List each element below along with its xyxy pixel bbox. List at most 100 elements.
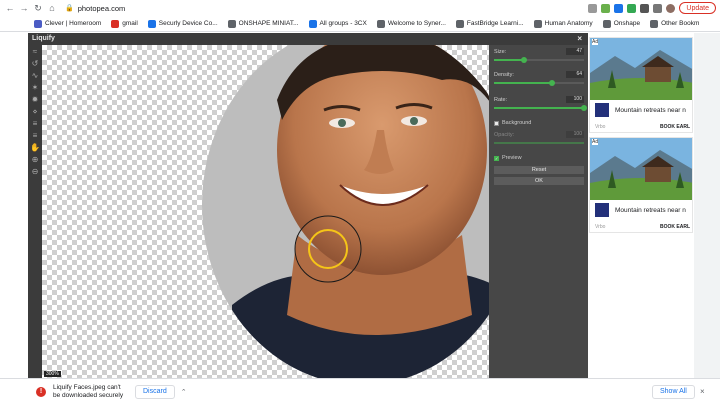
browser-toolbar: ← → ↻ ⌂ 🔒 photopea.com Update bbox=[0, 0, 720, 16]
ad-source: Vrbo bbox=[595, 224, 606, 230]
home-icon[interactable]: ⌂ bbox=[45, 1, 59, 15]
extension-icon[interactable] bbox=[588, 3, 598, 13]
bookmark-item[interactable]: Human Anatomy bbox=[533, 19, 593, 28]
ok-button[interactable]: OK bbox=[494, 177, 584, 185]
vrbo-logo-icon bbox=[595, 103, 609, 117]
liquify-canvas[interactable]: 300% bbox=[42, 45, 489, 378]
bookmark-item[interactable]: ONSHAPE MINIAT... bbox=[227, 19, 299, 28]
hand-icon[interactable]: ✋ bbox=[30, 143, 40, 153]
url-text: photopea.com bbox=[77, 3, 126, 13]
back-icon[interactable]: ← bbox=[3, 1, 17, 15]
bookmark-item[interactable]: Other Bookm bbox=[650, 19, 700, 28]
dialog-title: Liquify bbox=[32, 35, 55, 42]
bookmark-label: ONSHAPE MINIAT... bbox=[238, 20, 299, 27]
avatar[interactable] bbox=[666, 3, 676, 13]
rate-input[interactable]: 100 bbox=[566, 96, 584, 103]
ad-image bbox=[590, 138, 692, 200]
download-bar: ! Liquify Faces.jpeg can't be downloaded… bbox=[0, 378, 720, 404]
zoom-level: 300% bbox=[44, 371, 61, 377]
show-all-button[interactable]: Show All bbox=[652, 385, 695, 399]
reload-icon[interactable]: ↻ bbox=[31, 1, 45, 15]
lock-icon: 🔒 bbox=[65, 5, 74, 12]
forward-icon[interactable]: → bbox=[17, 1, 31, 15]
bookmark-label: Welcome to Syner... bbox=[387, 20, 446, 27]
ad-source: Vrbo bbox=[595, 124, 606, 130]
extension-icon[interactable] bbox=[640, 3, 650, 13]
bookmark-label: Onshape bbox=[613, 20, 641, 27]
bookmark-favicon-icon bbox=[111, 19, 120, 28]
ad-marker: Ad bbox=[592, 139, 599, 145]
slider-knob[interactable] bbox=[581, 105, 587, 111]
size-slider[interactable] bbox=[494, 57, 584, 63]
rate-slider[interactable] bbox=[494, 105, 587, 111]
close-icon[interactable]: × bbox=[700, 387, 705, 396]
photopea-app: Liquify × ≈ ↺ ∿ ✶ ✹ ⋄ ≡ ≡ ✋ ⊕ ⊖ 300% Siz… bbox=[28, 33, 694, 378]
bookmark-item[interactable]: Onshape bbox=[602, 19, 641, 28]
checkbox-checked-icon[interactable]: ✓ bbox=[494, 155, 499, 161]
bookmark-label: FastBridge Learni... bbox=[466, 20, 524, 27]
ad-cta-button[interactable]: BOOK EARL bbox=[660, 224, 690, 230]
extension-icon[interactable] bbox=[627, 3, 637, 13]
density-slider[interactable] bbox=[494, 80, 584, 86]
bloat-tool-icon[interactable]: ✹ bbox=[30, 95, 40, 105]
liquify-dialog-titlebar: Liquify × bbox=[28, 33, 588, 45]
discard-button[interactable]: Discard bbox=[135, 384, 175, 399]
close-icon[interactable]: × bbox=[577, 33, 582, 45]
zoom-out-icon[interactable]: ⊖ bbox=[30, 167, 40, 177]
bookmark-item[interactable]: Securly Device Co... bbox=[147, 19, 218, 28]
size-label: Size: bbox=[494, 49, 507, 55]
extension-icon[interactable] bbox=[614, 3, 624, 13]
update-button[interactable]: Update bbox=[679, 2, 716, 14]
preview-label: Preview bbox=[502, 155, 522, 161]
opacity-label: Opacity: bbox=[494, 132, 515, 138]
ad-cta-button[interactable]: BOOK EARL bbox=[660, 124, 690, 130]
ad-title: Mountain retreats near n bbox=[615, 107, 686, 114]
extension-icon[interactable] bbox=[653, 3, 663, 13]
ad-card[interactable]: Ad Mountain retreats near n Vrbo BOOK EA… bbox=[589, 137, 693, 233]
thaw-mask-icon[interactable]: ≡ bbox=[30, 119, 40, 129]
bookmark-item[interactable]: Clever | Homeroom bbox=[34, 19, 102, 28]
background-checkbox[interactable]: Background bbox=[494, 120, 531, 126]
error-icon: ! bbox=[36, 386, 46, 397]
zoom-in-icon[interactable]: ⊕ bbox=[30, 155, 40, 165]
bookmark-item[interactable]: gmail bbox=[111, 19, 138, 28]
ad-card[interactable]: Ad Mountain retreats near n Vrbo BOOK EA… bbox=[589, 37, 693, 133]
size-input[interactable]: 47 bbox=[566, 48, 584, 55]
extension-icon[interactable] bbox=[601, 3, 611, 13]
liquify-settings-panel: Size: 47 Density: 64 Rate: 100 Backgroun… bbox=[489, 45, 588, 378]
background-label: Background bbox=[502, 120, 532, 126]
checkbox-box[interactable] bbox=[494, 120, 499, 126]
bookmark-favicon-icon bbox=[602, 19, 611, 28]
density-input[interactable]: 64 bbox=[566, 71, 584, 78]
address-bar[interactable]: 🔒 photopea.com bbox=[65, 2, 585, 14]
reconstruct-tool-icon[interactable]: ↺ bbox=[30, 59, 40, 69]
slider-knob[interactable] bbox=[521, 57, 527, 63]
preview-checkbox[interactable]: ✓ Preview bbox=[494, 155, 522, 161]
bookmark-label: Clever | Homeroom bbox=[45, 20, 102, 27]
brush-cursor bbox=[294, 215, 362, 283]
bookmark-label: gmail bbox=[122, 20, 138, 27]
chevron-up-icon[interactable]: ⌃ bbox=[181, 388, 187, 396]
opacity-input: 100 bbox=[566, 131, 584, 138]
reset-button[interactable]: Reset bbox=[494, 166, 584, 174]
bookmark-item[interactable]: Welcome to Syner... bbox=[376, 19, 446, 28]
extensions-bar: Update bbox=[588, 2, 720, 14]
download-message: Liquify Faces.jpeg can't be downloaded s… bbox=[53, 383, 124, 399]
bookmark-favicon-icon bbox=[376, 19, 385, 28]
freeze-mask-icon[interactable]: ⋄ bbox=[30, 107, 40, 117]
bookmark-favicon-icon bbox=[227, 19, 236, 28]
bookmark-favicon-icon bbox=[533, 19, 542, 28]
bookmark-item[interactable]: FastBridge Learni... bbox=[455, 19, 524, 28]
slider-knob[interactable] bbox=[549, 80, 555, 86]
face-tool-icon[interactable]: ≡ bbox=[30, 131, 40, 141]
bookmark-favicon-icon bbox=[650, 19, 659, 28]
bookmark-label: Other Bookm bbox=[661, 20, 700, 27]
twirl-tool-icon[interactable]: ∿ bbox=[30, 71, 40, 81]
bookmark-favicon-icon bbox=[34, 19, 42, 28]
pucker-tool-icon[interactable]: ✶ bbox=[30, 83, 40, 93]
bookmark-item[interactable]: All groups - 3CX bbox=[308, 19, 367, 28]
bookmark-label: Securly Device Co... bbox=[158, 20, 218, 27]
bookmark-favicon-icon bbox=[308, 19, 317, 28]
forward-warp-tool-icon[interactable]: ≈ bbox=[30, 47, 40, 57]
bookmark-favicon-icon bbox=[147, 19, 156, 28]
